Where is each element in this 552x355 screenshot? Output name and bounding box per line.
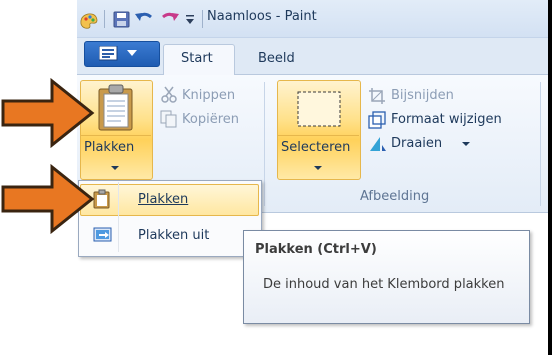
split-line <box>277 135 359 136</box>
save-icon[interactable] <box>113 11 130 28</box>
tab-start-label: Start <box>181 51 213 66</box>
group-label-image: Afbeelding <box>360 189 430 204</box>
select-rectangle-icon <box>297 91 341 127</box>
crop-icon <box>369 88 385 104</box>
menu-icon <box>99 46 118 61</box>
resize-icon <box>368 111 386 129</box>
rotate-chevron-icon[interactable] <box>462 142 470 147</box>
paste-dropdown-chevron-icon[interactable] <box>111 166 119 171</box>
redo-icon[interactable] <box>160 10 180 28</box>
group-separator <box>264 82 265 206</box>
tooltip-title: Plakken (Ctrl+V) <box>255 242 377 257</box>
crop-button[interactable]: Bijsnijden <box>391 88 454 103</box>
undo-icon[interactable] <box>134 10 154 28</box>
menu-item-paste-from[interactable]: Plakken uit <box>138 228 209 243</box>
paste-from-icon <box>93 227 112 242</box>
rotate-button[interactable]: Draaien <box>391 136 442 151</box>
application-menu-button[interactable] <box>84 41 160 67</box>
resize-button[interactable]: Formaat wijzigen <box>391 112 502 127</box>
window-title: Naamloos - Paint <box>207 9 317 24</box>
select-label: Selecteren <box>281 140 351 155</box>
orange-arrow-icon <box>1 164 95 234</box>
menu-icon-column-separator <box>118 182 119 252</box>
rotate-icon <box>370 137 386 151</box>
customize-quick-access-icon[interactable] <box>184 12 196 26</box>
menu-item-paste-label: Plakken <box>138 192 189 207</box>
tab-beeld[interactable]: Beeld <box>258 51 295 66</box>
tooltip-body: De inhoud van het Klembord plakken <box>263 277 505 292</box>
paint-app-icon <box>80 13 98 29</box>
titlebar-separator <box>104 10 105 28</box>
chevron-down-icon <box>127 50 137 56</box>
copy-button[interactable]: Kopiëren <box>182 112 239 127</box>
copy-icon <box>160 110 177 128</box>
orange-arrow-icon <box>1 78 95 148</box>
scissors-icon <box>161 86 177 103</box>
select-dropdown-chevron-icon[interactable] <box>314 166 322 171</box>
clipboard-icon <box>98 84 133 131</box>
group-separator <box>540 82 541 206</box>
screen-edge <box>548 0 552 355</box>
cut-button[interactable]: Knippen <box>182 88 235 103</box>
titlebar-separator <box>202 10 203 28</box>
